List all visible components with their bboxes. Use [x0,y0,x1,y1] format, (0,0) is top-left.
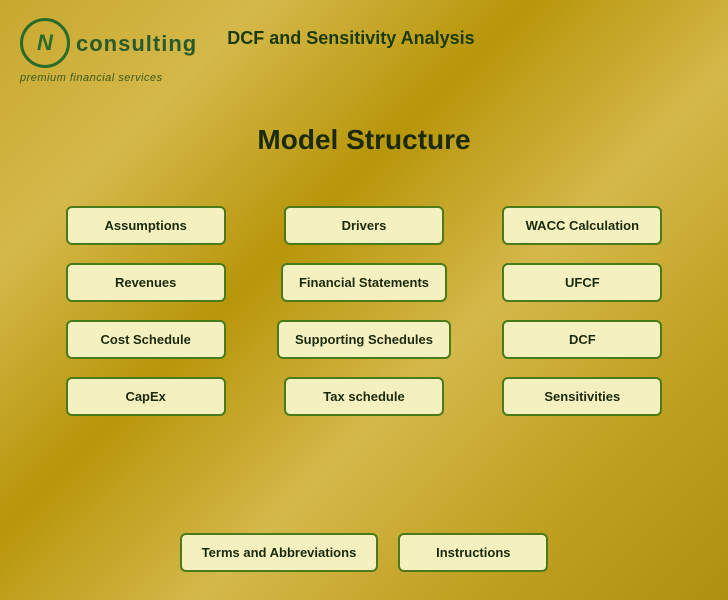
logo-area: N consulting premium financial services [20,18,197,84]
wacc-calculation-button[interactable]: WACC Calculation [502,206,662,245]
supporting-schedules-button[interactable]: Supporting Schedules [277,320,451,359]
header: N consulting premium financial services … [0,0,728,84]
buttons-area: Assumptions Revenues Cost Schedule CapEx… [0,206,728,416]
capex-button[interactable]: CapEx [66,377,226,416]
ufcf-button[interactable]: UFCF [502,263,662,302]
instructions-button[interactable]: Instructions [398,533,548,572]
column-3: WACC Calculation UFCF DCF Sensitivities [502,206,662,416]
column-2: Drivers Financial Statements Supporting … [277,206,451,416]
logo-circle: N [20,18,70,68]
header-title-area: DCF and Sensitivity Analysis [227,18,708,49]
assumptions-button[interactable]: Assumptions [66,206,226,245]
cost-schedule-button[interactable]: Cost Schedule [66,320,226,359]
premium-label: premium financial services [20,72,163,84]
consulting-label: consulting [76,31,197,57]
bottom-area: Terms and Abbreviations Instructions [0,533,728,572]
tax-schedule-button[interactable]: Tax schedule [284,377,444,416]
column-1: Assumptions Revenues Cost Schedule CapEx [66,206,226,416]
terms-button[interactable]: Terms and Abbreviations [180,533,379,572]
logo-letter: N [37,30,53,56]
revenues-button[interactable]: Revenues [66,263,226,302]
dcf-button[interactable]: DCF [502,320,662,359]
financial-statements-button[interactable]: Financial Statements [281,263,447,302]
header-title: DCF and Sensitivity Analysis [227,28,474,49]
drivers-button[interactable]: Drivers [284,206,444,245]
main-title: Model Structure [0,124,728,156]
sensitivities-button[interactable]: Sensitivities [502,377,662,416]
